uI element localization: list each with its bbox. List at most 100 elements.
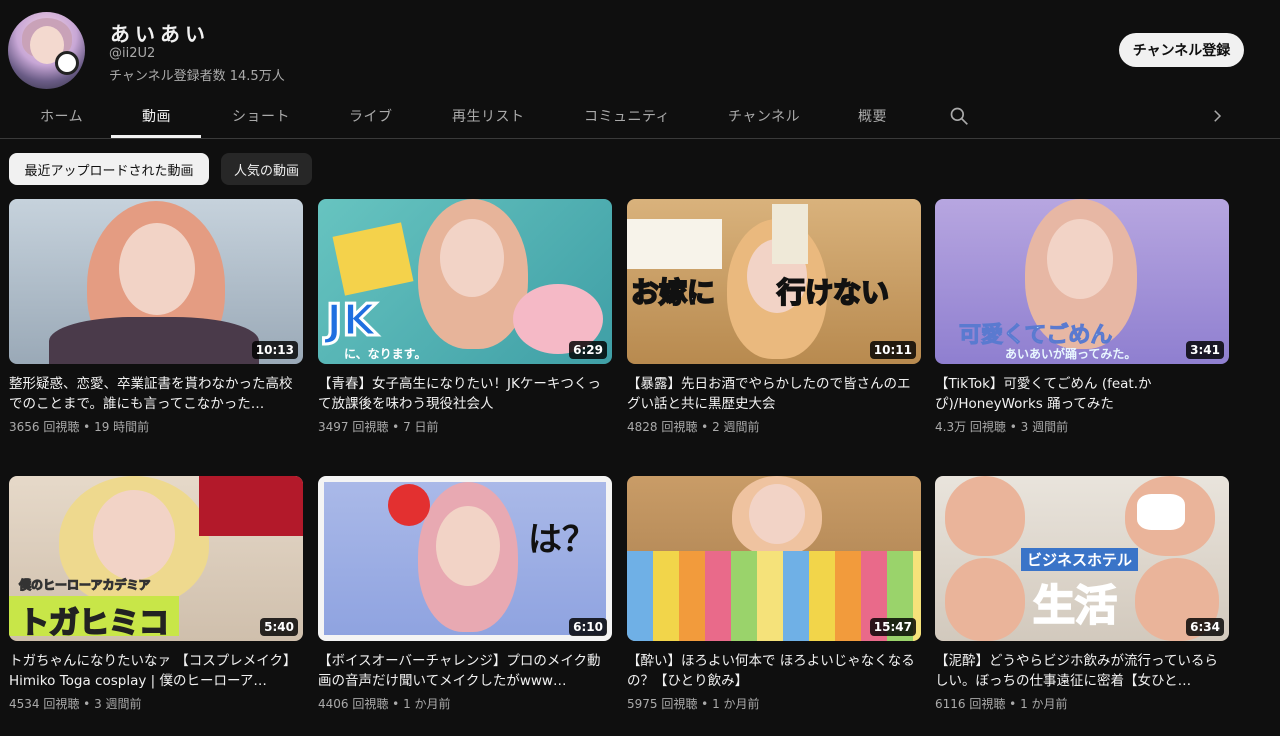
video-duration: 6:34: [1186, 618, 1224, 636]
video-title[interactable]: 【泥酔】どうやらビジホ飲みが流行っているらしい。ぼっちの仕事遠征に密着【女ひと…: [935, 651, 1229, 691]
video-views: 5975 回視聴: [627, 697, 698, 711]
video-age: 2 週間前: [712, 420, 760, 434]
thumb-anger-mark: [388, 484, 430, 526]
video-age: 1 か月前: [1020, 697, 1068, 711]
chip-popular[interactable]: 人気の動画: [221, 153, 312, 185]
tab-channels[interactable]: チャンネル: [728, 106, 800, 126]
thumb-hair: [945, 476, 1025, 556]
video-views: 4828 回視聴: [627, 420, 698, 434]
thumb-note: [627, 219, 722, 269]
video-age: 3 週間前: [94, 697, 142, 711]
video-duration: 3:41: [1186, 341, 1224, 359]
video-title[interactable]: トガちゃんになりたいなァ 【コスプレメイク】Himiko Toga cospla…: [9, 651, 303, 691]
tab-about[interactable]: 概要: [858, 106, 887, 126]
thumb-face: [440, 219, 504, 297]
video-age: 19 時間前: [94, 420, 150, 434]
channel-name: あいあい: [110, 22, 210, 46]
thumb-cup-sake: [772, 204, 808, 264]
video-card[interactable]: お嫁に 行けない 10:11 【暴露】先日お酒でやらかしたので皆さんのエグい話と…: [627, 199, 921, 435]
video-duration: 6:29: [569, 341, 607, 359]
video-card[interactable]: ビジネスホテル 生活 6:34 【泥酔】どうやらビジホ飲みが流行っているらしい。…: [935, 476, 1229, 712]
thumb-ribbon: [199, 476, 303, 536]
channel-avatar[interactable]: [8, 12, 85, 89]
thumb-mask: [1137, 494, 1185, 530]
video-card[interactable]: JK に、なります。 6:29 【青春】女子高生になりたい！JKケーキつくって放…: [318, 199, 612, 435]
thumb-face: [436, 506, 500, 586]
video-title[interactable]: 整形疑惑、恋愛、卒業証書を貰わなかった高校でのことまで。誰にも言ってこなかった…: [9, 374, 303, 414]
video-card[interactable]: は？ 6:10 【ボイスオーバーチャレンジ】プロのメイク動画の音声だけ聞いてメイ…: [318, 476, 612, 712]
tab-home[interactable]: ホーム: [40, 106, 83, 126]
video-thumbnail[interactable]: 10:13: [9, 199, 303, 364]
video-age: 7 日前: [403, 420, 439, 434]
thumb-hair: [945, 558, 1025, 641]
video-thumbnail[interactable]: は？ 6:10: [318, 476, 612, 641]
tab-playlists[interactable]: 再生リスト: [452, 106, 525, 126]
video-meta: 5975 回視聴 • 1 か月前: [627, 697, 760, 711]
video-views: 6116 回視聴: [935, 697, 1006, 711]
video-age: 1 か月前: [403, 697, 451, 711]
thumb-subtext: に、なります。: [344, 347, 427, 361]
video-thumbnail[interactable]: 15:47: [627, 476, 921, 641]
video-duration: 15:47: [869, 618, 916, 636]
video-meta: 6116 回視聴 • 1 か月前: [935, 697, 1068, 711]
video-meta: 4828 回視聴 • 2 週間前: [627, 420, 760, 434]
avatar-panda: [55, 51, 79, 75]
video-thumbnail[interactable]: 僕のヒーローアカデミア トガヒミコ 5:40: [9, 476, 303, 641]
thumb-text: 生活: [1032, 580, 1118, 631]
tab-shorts[interactable]: ショート: [232, 106, 290, 126]
video-card[interactable]: 10:13 整形疑惑、恋愛、卒業証書を貰わなかった高校でのことまで。誰にも言って…: [9, 199, 303, 435]
video-title[interactable]: 【TikTok】可愛くてごめん (feat.かぴ)/HoneyWorks 踊って…: [935, 374, 1229, 414]
video-thumbnail[interactable]: お嫁に 行けない 10:11: [627, 199, 921, 364]
video-age: 3 週間前: [1020, 420, 1069, 434]
video-meta: 3497 回視聴 • 7 日前: [318, 420, 439, 434]
video-meta: 3656 回視聴 • 19 時間前: [9, 420, 150, 434]
thumb-face: [93, 490, 175, 580]
video-thumbnail[interactable]: JK に、なります。 6:29: [318, 199, 612, 364]
thumb-text: JK: [324, 294, 377, 348]
video-title[interactable]: 【暴露】先日お酒でやらかしたので皆さんのエグい話と共に黒歴史大会: [627, 374, 921, 414]
video-duration: 10:11: [869, 341, 916, 359]
thumb-text: お嫁に: [630, 275, 716, 310]
video-meta: 4534 回視聴 • 3 週間前: [9, 697, 142, 711]
video-views: 4534 回視聴: [9, 697, 80, 711]
video-age: 1 か月前: [712, 697, 760, 711]
chevron-right-icon[interactable]: [1208, 106, 1226, 126]
chip-recent-uploads[interactable]: 最近アップロードされた動画: [9, 153, 209, 185]
video-thumbnail[interactable]: 可愛くてごめん あいあいが踊ってみた。 3:41: [935, 199, 1229, 364]
video-card[interactable]: 僕のヒーローアカデミア トガヒミコ 5:40 トガちゃんになりたいなァ 【コスプ…: [9, 476, 303, 712]
video-thumbnail[interactable]: ビジネスホテル 生活 6:34: [935, 476, 1229, 641]
thumb-text: 行けない: [776, 275, 890, 310]
tab-live[interactable]: ライブ: [349, 106, 393, 126]
video-duration: 5:40: [260, 618, 298, 636]
thumb-text: トガヒミコ: [18, 605, 170, 641]
tab-community[interactable]: コミュニティ: [584, 106, 670, 126]
channel-tabs: ホーム 動画 ショート ライブ 再生リスト コミュニティ チャンネル 概要: [0, 94, 1280, 139]
video-title[interactable]: 【ボイスオーバーチャレンジ】プロのメイク動画の音声だけ聞いてメイクしたがwww…: [318, 651, 612, 691]
thumb-text: は？: [528, 520, 596, 560]
thumb-snack: [332, 222, 414, 296]
subscriber-count: チャンネル登録者数 14.5万人: [109, 69, 285, 84]
video-views: 4406 回視聴: [318, 697, 389, 711]
video-meta: 4.3万 回視聴 • 3 週間前: [935, 420, 1069, 434]
video-card[interactable]: 可愛くてごめん あいあいが踊ってみた。 3:41 【TikTok】可愛くてごめん…: [935, 199, 1229, 435]
channel-handle: @ii2U2: [109, 46, 156, 61]
video-title[interactable]: 【酔い】ほろよい何本で ほろよいじゃなくなるの？【ひとり飲み】: [627, 651, 921, 691]
video-views: 3656 回視聴: [9, 420, 80, 434]
active-tab-indicator: [111, 135, 201, 138]
thumb-face: [119, 223, 195, 315]
video-meta: 4406 回視聴 • 1 か月前: [318, 697, 451, 711]
search-icon[interactable]: [949, 106, 969, 126]
thumb-subtext: 僕のヒーローアカデミア: [19, 578, 152, 593]
video-views: 3497 回視聴: [318, 420, 389, 434]
subscribe-button[interactable]: チャンネル登録: [1119, 33, 1244, 67]
video-card[interactable]: 15:47 【酔い】ほろよい何本で ほろよいじゃなくなるの？【ひとり飲み】 59…: [627, 476, 921, 712]
video-duration: 10:13: [251, 341, 298, 359]
thumb-face: [749, 484, 805, 544]
thumb-subtext: ビジネスホテル: [1021, 548, 1139, 571]
video-duration: 6:10: [569, 618, 607, 636]
tab-videos[interactable]: 動画: [142, 106, 171, 126]
thumb-subtext: あいあいが踊ってみた。: [1005, 347, 1137, 361]
thumb-jacket: [49, 317, 259, 364]
video-title[interactable]: 【青春】女子高生になりたい！JKケーキつくって放課後を味わう現役社会人: [318, 374, 612, 414]
video-views: 4.3万 回視聴: [935, 420, 1006, 434]
